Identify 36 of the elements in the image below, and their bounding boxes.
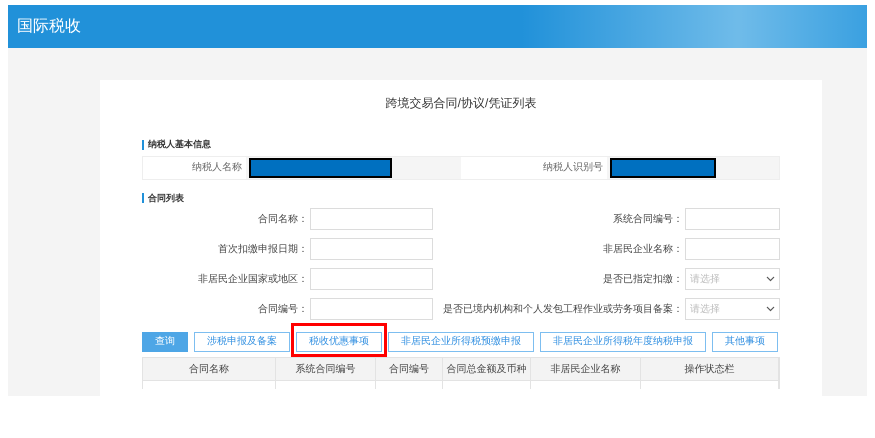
input-field[interactable] (685, 238, 780, 260)
action-button[interactable]: 涉税申报及备案 (194, 332, 290, 352)
select-field[interactable]: 请选择 (685, 268, 780, 290)
input-field[interactable] (310, 238, 433, 260)
page-title: 跨境交易合同/协议/凭证列表 (386, 95, 536, 112)
column-header: 操作状态栏 (684, 362, 734, 376)
action-button[interactable]: 非居民企业所得税预缴申报 (388, 332, 534, 352)
info-label: 纳税人识别号 (543, 160, 603, 175)
column-header: 合同名称 (189, 362, 229, 376)
field-label: 是否已境内机构和个人发包工程作业或劳务项目备案： (443, 302, 683, 316)
field-label: 系统合同编号： (613, 212, 683, 226)
field-label: 非居民企业国家或地区： (198, 272, 308, 286)
column-header: 合同编号 (389, 362, 429, 376)
column-header: 合同总金额及币种 (446, 362, 526, 376)
input-field[interactable] (310, 208, 433, 230)
column-header: 系统合同编号 (296, 362, 356, 376)
field-label: 合同名称： (258, 212, 308, 226)
app-title: 国际税收 (17, 16, 81, 36)
section-title: 纳税人基本信息 (148, 138, 211, 151)
action-button[interactable]: 查询 (142, 332, 188, 352)
chevron-down-icon (766, 306, 775, 312)
info-label: 纳税人名称 (192, 160, 242, 175)
action-button[interactable]: 税收优惠事项 (296, 332, 382, 352)
field-label: 非居民企业名称： (603, 242, 683, 256)
input-field[interactable] (310, 268, 433, 290)
field-label: 合同编号： (258, 302, 308, 316)
input-field[interactable] (310, 298, 433, 320)
action-button[interactable]: 其他事项 (712, 332, 778, 352)
column-header: 非居民企业名称 (550, 362, 620, 376)
select-field[interactable]: 请选择 (685, 298, 780, 320)
field-label: 首次扣缴申报日期： (218, 242, 308, 256)
input-field[interactable] (685, 208, 780, 230)
field-label: 是否已指定扣缴： (603, 272, 683, 286)
section-title: 合同列表 (148, 192, 184, 204)
action-button[interactable]: 非居民企业所得税年度纳税申报 (540, 332, 706, 352)
chevron-down-icon (766, 276, 775, 282)
